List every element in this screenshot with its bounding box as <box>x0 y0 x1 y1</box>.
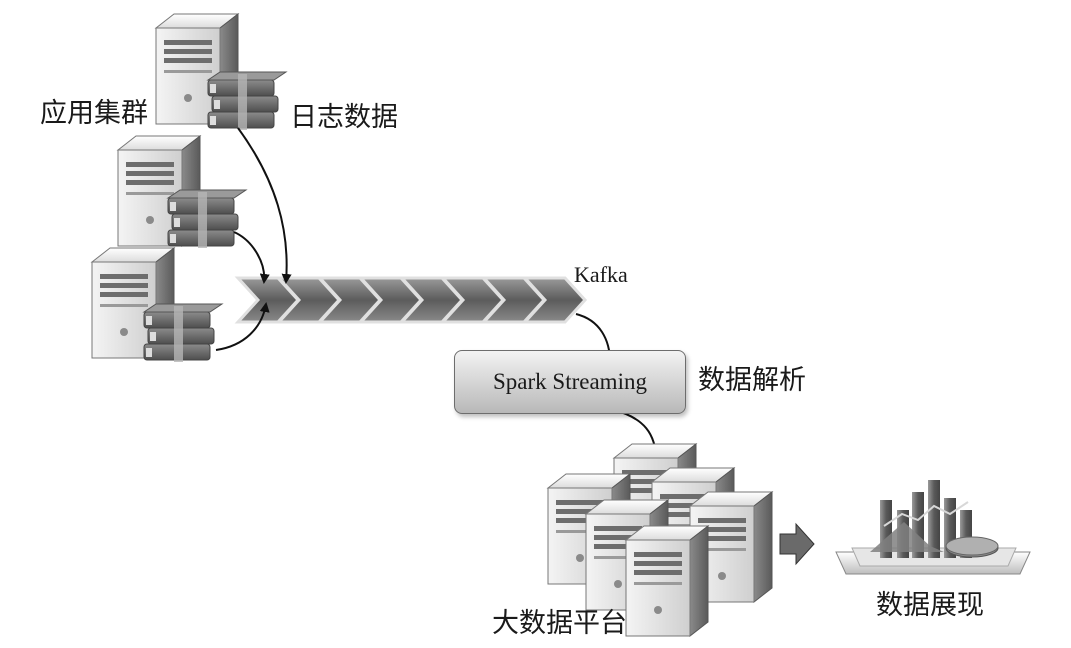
arrow-right-icon <box>779 522 815 566</box>
log-data-label: 日志数据 <box>290 102 398 133</box>
flow-arrow <box>237 127 292 284</box>
data-parsing-label: 数据解析 <box>698 365 806 396</box>
log-books-icon <box>143 303 223 363</box>
chart-dashboard-icon <box>835 480 1031 575</box>
data-display-label: 数据展现 <box>876 590 984 621</box>
log-books-icon <box>167 189 247 249</box>
flow-arrow <box>233 231 270 284</box>
spark-streaming-box: Spark Streaming <box>454 350 686 414</box>
log-books-icon <box>207 71 287 131</box>
kafka-label: Kafka <box>574 262 628 287</box>
diagram-canvas <box>91 13 1031 637</box>
kafka-queue <box>236 276 587 324</box>
app-cluster-label: 应用集群 <box>40 98 148 129</box>
big-data-platform-label: 大数据平台 <box>492 608 627 639</box>
